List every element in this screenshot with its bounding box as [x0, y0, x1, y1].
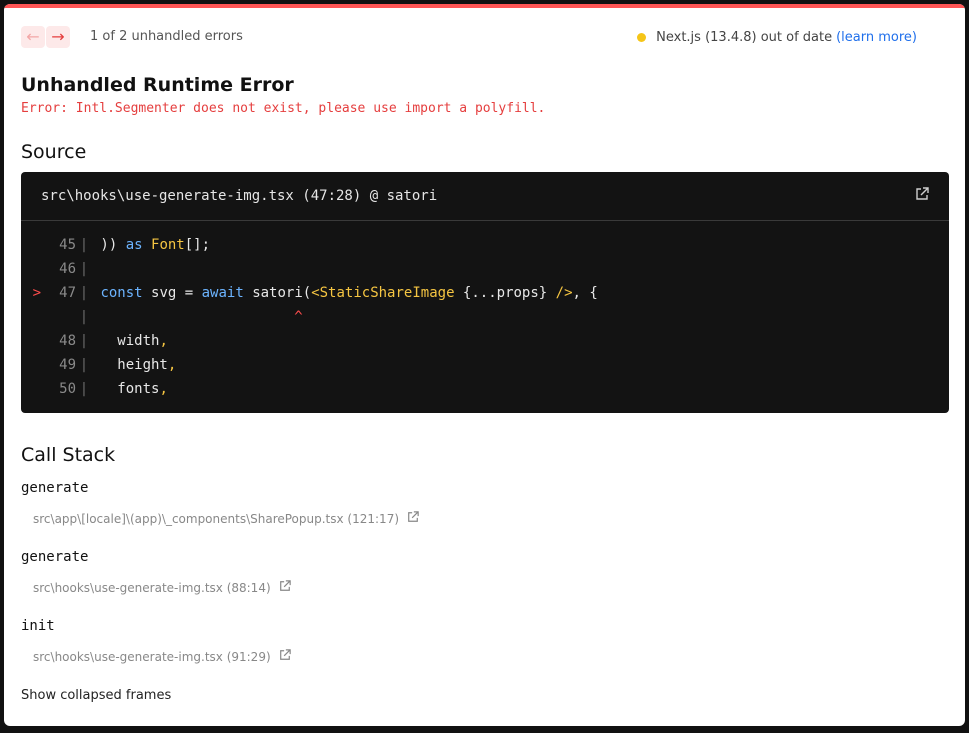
- line-number: 47: [59, 285, 76, 301]
- learn-more-link[interactable]: (learn more): [836, 30, 917, 45]
- stack-frame-function: generate: [21, 480, 89, 496]
- stack-frame-function: generate: [21, 549, 89, 565]
- code-token: [];: [184, 237, 211, 253]
- code-line: 46 |: [21, 257, 949, 281]
- code-token: />: [555, 285, 573, 301]
- line-marker: [21, 329, 41, 353]
- line-marker: [21, 305, 41, 329]
- line-number: 45: [59, 237, 76, 253]
- code-token: await: [201, 285, 244, 301]
- line-number: 50: [59, 381, 76, 397]
- code-token: ,: [159, 333, 168, 349]
- caret-padding: [92, 305, 294, 329]
- top-accent-bar: [4, 4, 965, 8]
- error-count: 1 of 2 unhandled errors: [90, 29, 243, 44]
- external-link-icon[interactable]: [407, 511, 419, 527]
- line-number: 48: [59, 333, 76, 349]
- stack-frame-path[interactable]: src\hooks\use-generate-img.tsx (88:14): [33, 581, 271, 595]
- code-line: 50 | fonts,: [21, 377, 949, 401]
- status-dot-icon: [637, 33, 647, 42]
- line-separator: |: [79, 357, 89, 373]
- show-collapsed-frames-button[interactable]: Show collapsed frames: [21, 688, 171, 703]
- code-token: )): [92, 237, 126, 253]
- external-link-icon[interactable]: [279, 649, 291, 665]
- line-separator: |: [79, 285, 89, 301]
- stack-frame-location[interactable]: src\hooks\use-generate-img.tsx (88:14): [33, 580, 291, 596]
- code-caret-line: | ^: [21, 305, 949, 329]
- line-number: 49: [59, 357, 76, 373]
- code-line: 48 | width,: [21, 329, 949, 353]
- code-token: <StaticShareImage: [311, 285, 455, 301]
- code-token: Font: [151, 237, 185, 253]
- code-line: 49 | height,: [21, 353, 949, 377]
- line-separator: |: [79, 333, 89, 349]
- code-token: height: [92, 357, 168, 373]
- external-link-icon[interactable]: [279, 580, 291, 596]
- line-separator: |: [79, 261, 89, 277]
- code-token: width: [92, 333, 160, 349]
- line-number: [41, 305, 76, 329]
- code-token: ,: [167, 357, 177, 373]
- arrow-right-icon[interactable]: →: [46, 26, 70, 48]
- line-separator: |: [79, 237, 89, 253]
- version-text: Next.js (13.4.8) out of date: [656, 30, 833, 45]
- error-overlay: ← → 1 of 2 unhandled errors Next.js (13.…: [4, 4, 965, 726]
- stack-frame-path[interactable]: src\app\[locale]\(app)\_components\Share…: [33, 512, 399, 526]
- line-marker: [21, 353, 41, 377]
- arrow-left-icon[interactable]: ←: [21, 26, 45, 48]
- code-token: svg =: [142, 285, 202, 301]
- code-file-path[interactable]: src\hooks\use-generate-img.tsx (47:28) @…: [41, 188, 915, 204]
- error-pagination: ← →: [21, 26, 71, 48]
- code-token: const: [100, 285, 143, 301]
- page-title: Unhandled Runtime Error: [21, 74, 294, 96]
- code-line: 45 | )) as Font [];: [21, 233, 949, 257]
- chevron-right-icon: >: [32, 285, 41, 301]
- line-marker: [21, 257, 41, 281]
- error-message: Error: Intl.Segmenter does not exist, pl…: [21, 101, 546, 116]
- stack-frame-location[interactable]: src\app\[locale]\(app)\_components\Share…: [33, 511, 419, 527]
- code-token: fonts: [92, 381, 160, 397]
- version-status: Next.js (13.4.8) out of date (learn more…: [637, 30, 917, 45]
- code-line-highlighted: > 47 | const svg = await satori(<StaticS…: [21, 281, 949, 305]
- line-marker: [21, 233, 41, 257]
- code-body: 45 | )) as Font []; 46 | > 47 | const svg…: [21, 221, 949, 401]
- code-token: {...props}: [454, 285, 556, 301]
- code-token: ,: [159, 381, 168, 397]
- stack-frame-location[interactable]: src\hooks\use-generate-img.tsx (91:29): [33, 649, 291, 665]
- code-frame: src\hooks\use-generate-img.tsx (47:28) @…: [21, 172, 949, 413]
- call-stack-heading: Call Stack: [21, 444, 116, 466]
- stack-frame-path[interactable]: src\hooks\use-generate-img.tsx (91:29): [33, 650, 271, 664]
- source-heading: Source: [21, 141, 87, 163]
- line-marker: [21, 377, 41, 401]
- code-token: , {: [572, 285, 598, 301]
- code-token: satori(: [243, 285, 312, 301]
- code-token: as: [125, 237, 143, 253]
- stack-frame-function: init: [21, 618, 55, 634]
- line-separator: |: [79, 381, 89, 397]
- caret-icon: ^: [294, 309, 303, 325]
- line-separator: |: [79, 309, 89, 325]
- external-link-icon[interactable]: [915, 187, 929, 205]
- line-number: 46: [59, 261, 76, 277]
- code-frame-header[interactable]: src\hooks\use-generate-img.tsx (47:28) @…: [21, 172, 949, 221]
